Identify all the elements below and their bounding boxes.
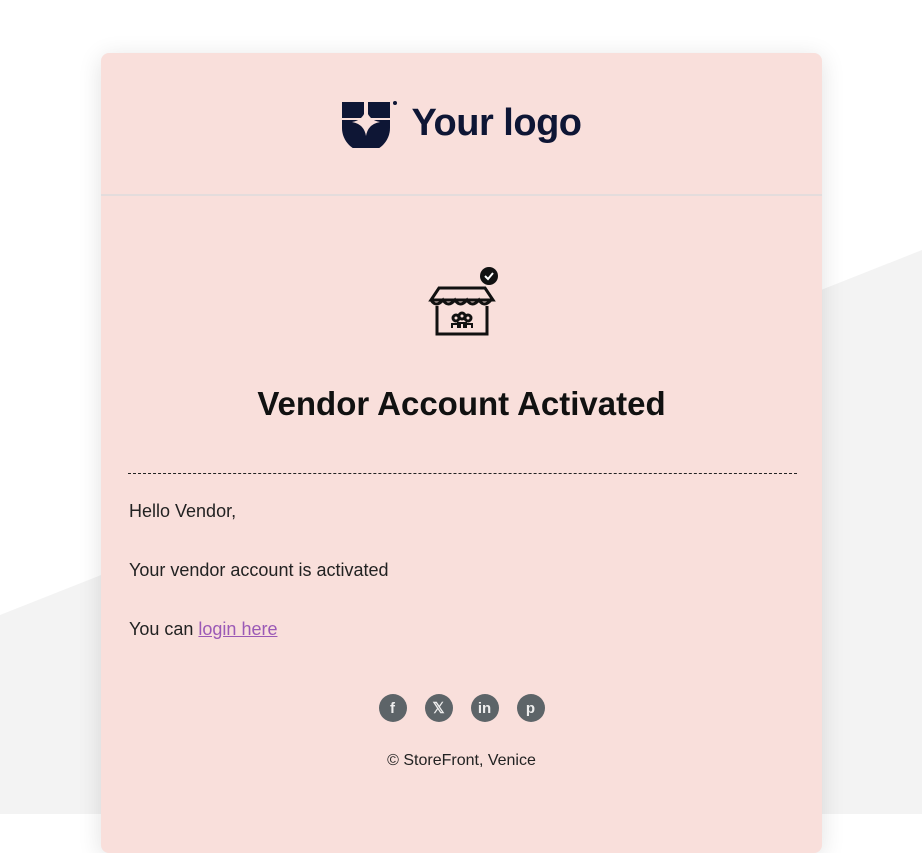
message: Your vendor account is activated xyxy=(129,560,389,580)
logo-text: Your logo xyxy=(411,102,583,144)
footer-copyright: © StoreFront, Venice xyxy=(387,752,536,769)
linkedin-icon[interactable]: in xyxy=(470,694,499,722)
facebook-icon[interactable]: f xyxy=(378,694,407,722)
email-card: Your logo Vendor Account Activated Hello… xyxy=(101,53,822,853)
login-line: You can login here xyxy=(129,618,794,640)
storefront-check-icon xyxy=(427,267,498,336)
login-prefix: You can xyxy=(129,619,199,639)
login-link[interactable]: login here xyxy=(198,619,277,639)
social-links: f 𝕏 in p xyxy=(101,694,822,722)
email-header: Your logo xyxy=(101,53,822,196)
email-body: Hello Vendor, Your vendor account is act… xyxy=(101,474,822,640)
logo-icon xyxy=(341,100,397,148)
greeting: Hello Vendor, xyxy=(129,501,237,521)
x-icon[interactable]: 𝕏 xyxy=(424,694,453,722)
logo: Your logo xyxy=(341,100,583,148)
page-title: Vendor Account Activated xyxy=(257,385,666,422)
pinterest-icon[interactable]: p xyxy=(516,694,545,722)
